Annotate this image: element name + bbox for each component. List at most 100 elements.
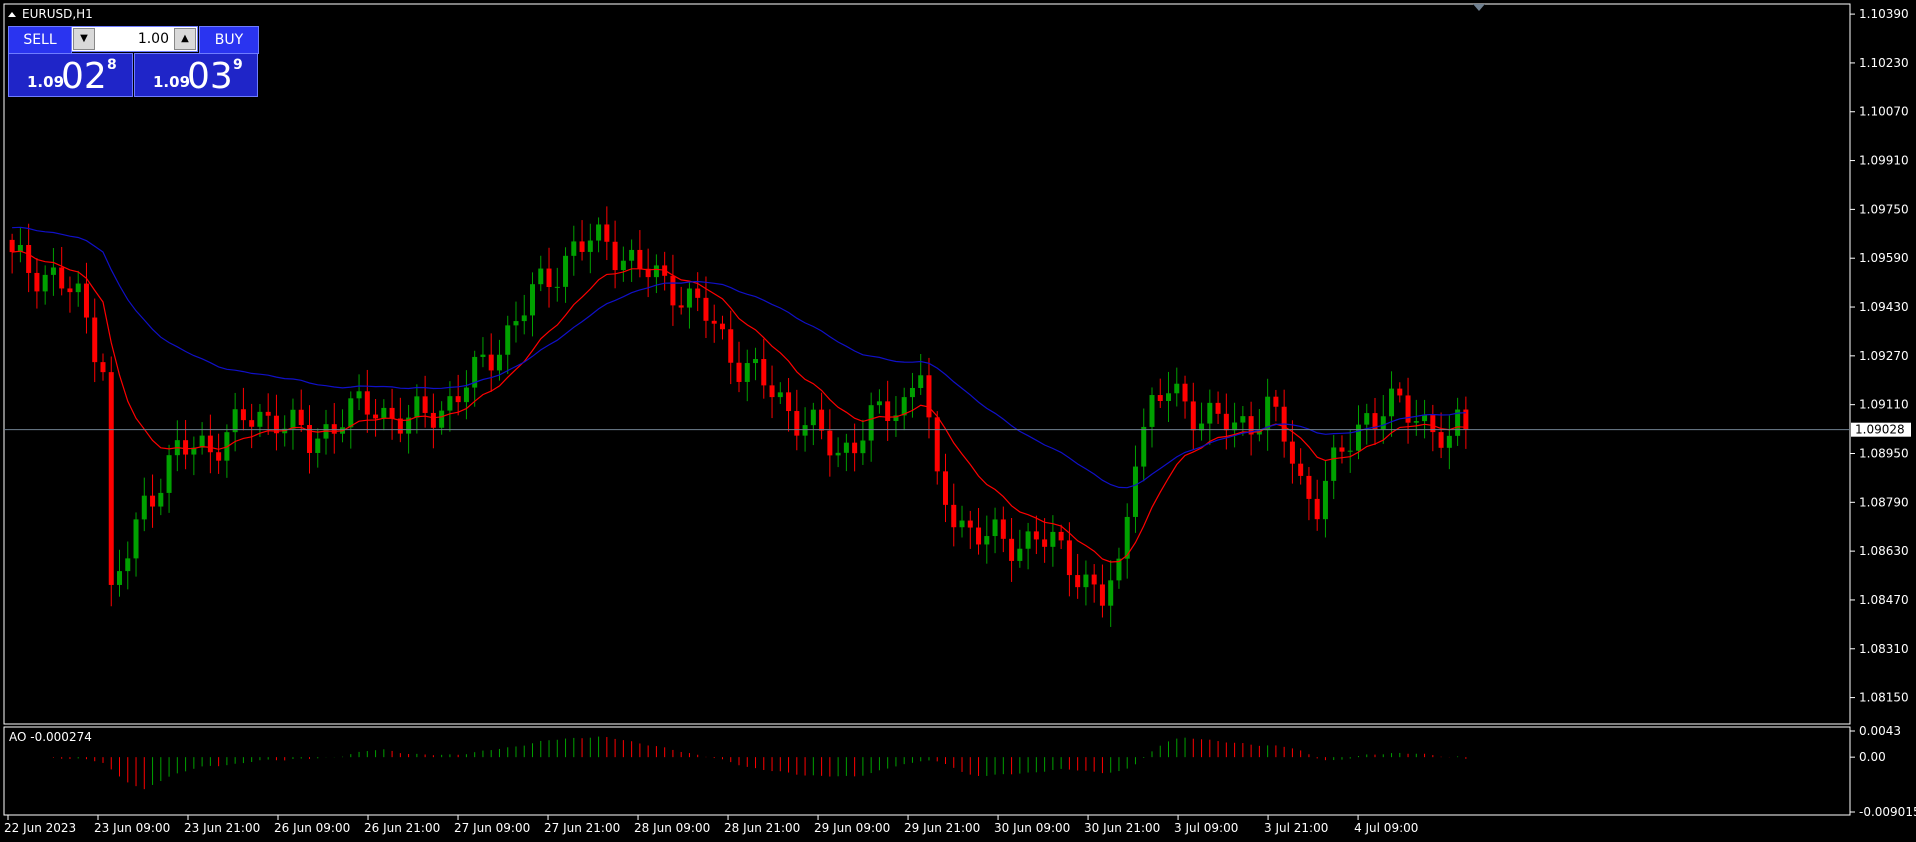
candle-body xyxy=(984,536,990,545)
candle-body xyxy=(769,385,775,398)
candle-body xyxy=(257,411,263,427)
candle-body xyxy=(596,224,602,241)
candle-body xyxy=(1066,540,1072,576)
ask-price-point: 9 xyxy=(233,57,243,73)
candle-body xyxy=(1000,519,1006,539)
bid-price-main: 02 xyxy=(61,56,107,97)
candle-body xyxy=(381,407,387,419)
candle-body xyxy=(876,401,882,406)
candle-body xyxy=(885,401,891,421)
time-tick-label: 28 Jun 09:00 xyxy=(634,821,710,835)
lot-size-field[interactable]: ▼ 1.00 ▲ xyxy=(71,26,198,52)
price-tick-label: 1.09910 xyxy=(1859,154,1909,168)
candle-body xyxy=(835,452,841,456)
time-tick-label: 30 Jun 21:00 xyxy=(1084,821,1160,835)
candle-body xyxy=(942,471,948,505)
ao-tick-label: -0.009015 xyxy=(1859,805,1916,819)
candle-body xyxy=(199,435,205,448)
candle-body xyxy=(521,315,527,322)
candle-body xyxy=(513,321,519,326)
candle-body xyxy=(959,520,965,528)
candle-body xyxy=(158,492,164,507)
one-click-trading-panel: SELL ▼ 1.00 ▲ BUY 1.09 02 8 1.09 03 9 xyxy=(8,26,259,98)
candle-body xyxy=(1099,584,1105,606)
symbol-label: EURUSD,H1 xyxy=(22,7,93,21)
price-tick-label: 1.09590 xyxy=(1859,251,1909,265)
price-tick-label: 1.09430 xyxy=(1859,300,1909,314)
sell-button[interactable]: SELL xyxy=(8,26,72,54)
candle-body xyxy=(505,325,511,355)
candle-body xyxy=(1166,393,1172,401)
bid-price-point: 8 xyxy=(107,57,117,73)
candle-body xyxy=(315,438,321,453)
candle-body xyxy=(265,411,271,416)
candle-body xyxy=(488,354,494,371)
time-tick-label: 27 Jun 09:00 xyxy=(454,821,530,835)
time-tick-label: 3 Jul 21:00 xyxy=(1264,821,1328,835)
candle-body xyxy=(678,305,684,308)
price-tick-label: 1.10390 xyxy=(1859,7,1909,21)
candle-body xyxy=(166,455,172,493)
price-tick-label: 1.08310 xyxy=(1859,642,1909,656)
lot-decrease-icon[interactable]: ▼ xyxy=(73,28,95,50)
candle-body xyxy=(1289,441,1295,464)
bid-price-box[interactable]: 1.09 02 8 xyxy=(8,53,133,97)
candle-body xyxy=(50,267,56,275)
candle-body xyxy=(100,362,106,373)
price-tick-label: 1.08950 xyxy=(1859,446,1909,460)
candle-body xyxy=(1314,498,1320,520)
candle-body xyxy=(83,283,89,318)
candle-body xyxy=(1223,413,1229,431)
candle-body xyxy=(612,241,618,271)
buy-button[interactable]: BUY xyxy=(199,26,259,54)
candle-body xyxy=(1397,388,1403,396)
candle-body xyxy=(530,284,536,316)
candle-body xyxy=(1132,466,1138,517)
candle-body xyxy=(1339,447,1345,452)
candle-body xyxy=(1149,395,1155,427)
candle-body xyxy=(992,519,998,537)
trading-chart[interactable]: EURUSD,H1 1.09028 1.103901.102301.100701… xyxy=(0,0,1916,842)
lot-size-input[interactable]: 1.00 xyxy=(98,27,171,51)
candle-body xyxy=(777,392,783,398)
candle-body xyxy=(909,387,915,398)
ao-tick-label: 0.00 xyxy=(1859,750,1886,764)
candle-body xyxy=(1083,574,1089,588)
candle-body xyxy=(240,409,246,421)
ask-price-box[interactable]: 1.09 03 9 xyxy=(134,53,258,97)
candle-body xyxy=(1380,416,1386,430)
candle-body xyxy=(125,558,131,572)
candle-body xyxy=(9,239,15,253)
candle-body xyxy=(331,424,337,434)
candle-body xyxy=(150,495,156,507)
candle-body xyxy=(695,288,701,298)
lot-increase-icon[interactable]: ▲ xyxy=(174,28,196,50)
candle-body xyxy=(1355,424,1361,451)
candle-body xyxy=(480,354,486,357)
price-tick-label: 1.09270 xyxy=(1859,349,1909,363)
current-price-label: 1.09028 xyxy=(1855,423,1905,437)
candle-body xyxy=(1232,422,1238,431)
candle-body xyxy=(298,409,304,425)
candle-body xyxy=(75,283,81,293)
candle-body xyxy=(1025,531,1031,549)
candle-body xyxy=(455,396,461,403)
candle-body xyxy=(59,267,65,289)
candle-body xyxy=(463,387,469,403)
candle-body xyxy=(1042,539,1048,547)
candle-body xyxy=(571,241,577,256)
candle-body xyxy=(232,409,238,433)
candle-body xyxy=(711,320,717,324)
candle-body xyxy=(1091,574,1097,585)
candle-body xyxy=(422,396,428,413)
ao-tick-label: 0.0043 xyxy=(1859,724,1901,738)
candle-body xyxy=(42,274,48,292)
candle-body xyxy=(1446,435,1452,448)
candle-body xyxy=(653,265,659,278)
candle-body xyxy=(1017,548,1023,561)
candle-body xyxy=(430,412,436,428)
candle-body xyxy=(447,396,453,411)
candle-body xyxy=(249,420,255,427)
time-tick-label: 23 Jun 21:00 xyxy=(184,821,260,835)
candle-body xyxy=(1033,531,1039,540)
